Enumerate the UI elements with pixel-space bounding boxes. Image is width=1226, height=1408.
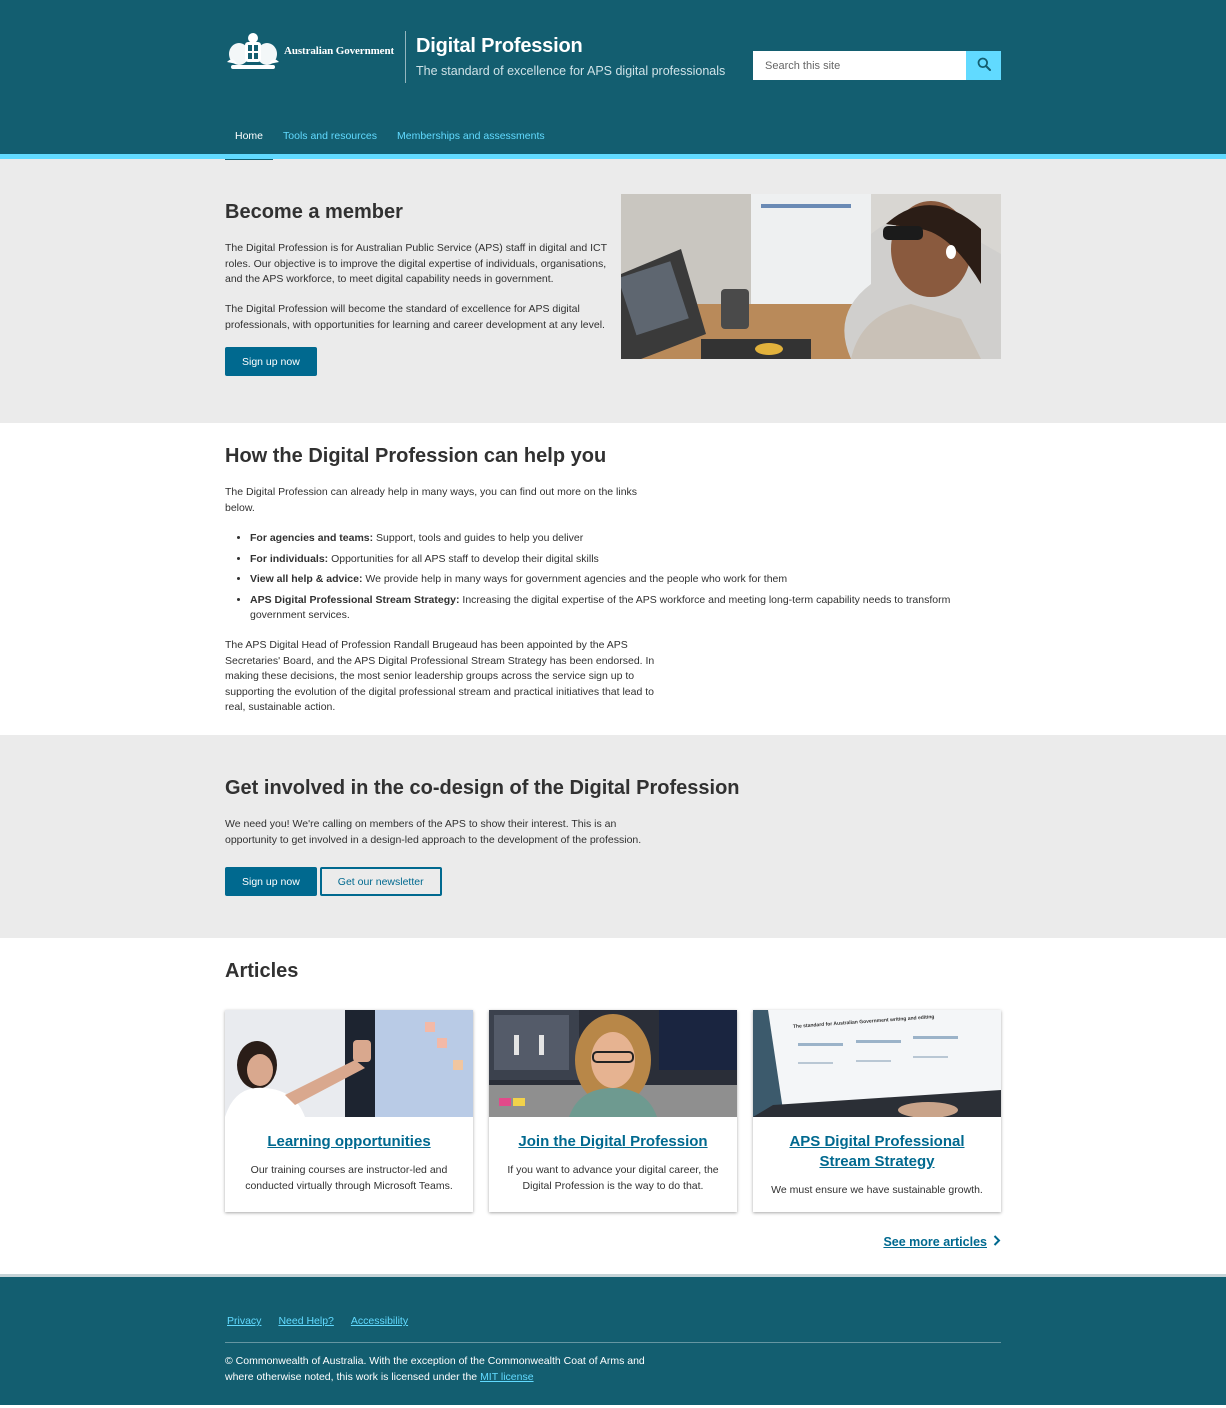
help-item-view-all[interactable]: View all help & advice: We provide help … — [250, 572, 990, 588]
article-title-learning[interactable]: Learning opportunities — [225, 1132, 473, 1152]
article-title-strategy[interactable]: APS Digital Professional Stream Strategy — [753, 1132, 1001, 1172]
article-cards: Learning opportunities Our training cour… — [225, 1010, 1001, 1212]
article-image-learning — [225, 1010, 473, 1117]
gov-name: Australian Government — [284, 45, 395, 57]
article-image-strategy: The standard for Australian Government w… — [753, 1010, 1001, 1117]
main-nav: Home Tools and resources Memberships and… — [225, 120, 555, 160]
article-text-learning: Our training courses are instructor-led … — [245, 1164, 453, 1192]
brand-divider — [405, 31, 407, 83]
article-text-join: If you want to advance your digital care… — [507, 1164, 719, 1192]
footer-copyright: © Commonwealth of Australia. With the ex… — [225, 1355, 645, 1383]
footer-links: Privacy Need Help? Accessibility — [227, 1315, 408, 1327]
article-card[interactable]: Learning opportunities Our training cour… — [225, 1010, 473, 1212]
codesign-buttons: Sign up now Get our newsletter — [225, 867, 442, 896]
article-card[interactable]: Join the Digital Profession If you want … — [489, 1010, 737, 1212]
article-image-join — [489, 1010, 737, 1117]
hero-paragraph-1: The Digital Profession is for Australian… — [225, 242, 607, 285]
search-form — [753, 51, 1001, 80]
hero-paragraph-2: The Digital Profession will become the s… — [225, 303, 605, 331]
search-button[interactable] — [966, 51, 1001, 80]
become-member-section: Become a member The Digital Profession i… — [0, 159, 1226, 423]
articles-title: Articles — [225, 960, 299, 982]
hero-title: Become a member — [225, 201, 403, 223]
help-title: How the Digital Profession can help you — [225, 445, 607, 467]
hero-sign-up-button[interactable]: Sign up now — [225, 347, 317, 376]
site-footer: Privacy Need Help? Accessibility © Commo… — [0, 1274, 1226, 1405]
newsletter-button[interactable]: Get our newsletter — [319, 867, 442, 896]
help-list: For agencies and teams: Support, tools a… — [250, 531, 990, 629]
site-tagline: The standard of excellence for APS digit… — [416, 64, 726, 78]
codesign-paragraph: We need you! We're calling on members of… — [225, 818, 642, 846]
how-can-help-section: How the Digital Profession can help you … — [0, 423, 1226, 735]
co-design-section: Get involved in the co-design of the Dig… — [0, 735, 1226, 938]
nav-item-tools-and-resources[interactable]: Tools and resources — [273, 120, 387, 155]
chevron-right-icon — [993, 1235, 1001, 1249]
article-card[interactable]: The standard for Australian Government w… — [753, 1010, 1001, 1212]
mit-license-link[interactable]: MIT license — [480, 1371, 534, 1383]
help-intro: The Digital Profession can already help … — [225, 486, 638, 514]
see-more-articles-link[interactable]: See more articles — [883, 1235, 1001, 1249]
article-title-join[interactable]: Join the Digital Profession — [489, 1132, 737, 1152]
footer-link-privacy[interactable]: Privacy — [227, 1315, 261, 1327]
help-item-agencies[interactable]: For agencies and teams: Support, tools a… — [250, 531, 990, 547]
see-more-label: See more articles — [883, 1235, 987, 1249]
footer-link-need-help[interactable]: Need Help? — [278, 1315, 333, 1327]
codesign-sign-up-button[interactable]: Sign up now — [225, 867, 317, 896]
codesign-title: Get involved in the co-design of the Dig… — [225, 777, 740, 799]
footer-divider — [225, 1342, 1001, 1343]
footer-link-accessibility[interactable]: Accessibility — [351, 1315, 408, 1327]
site-header: Australian Government Digital Profession… — [0, 0, 1226, 160]
help-closing-paragraph: The APS Digital Head of Profession Randa… — [225, 639, 655, 713]
hero-image — [621, 194, 1001, 359]
articles-section: Articles Learning opportunities Our trai… — [0, 938, 1226, 1274]
search-input[interactable] — [753, 51, 966, 80]
search-icon — [977, 57, 991, 74]
help-item-individuals[interactable]: For individuals: Opportunities for all A… — [250, 552, 990, 568]
coat-of-arms-logo — [225, 30, 281, 72]
article-text-strategy: We must ensure we have sustainable growt… — [771, 1184, 983, 1196]
site-name: Digital Profession — [416, 35, 583, 57]
help-item-strategy[interactable]: APS Digital Professional Stream Strategy… — [250, 593, 990, 624]
nav-item-home[interactable]: Home — [225, 120, 274, 160]
nav-item-memberships-and-assessments[interactable]: Memberships and assessments — [387, 120, 555, 155]
brand[interactable]: Australian Government Digital Profession… — [225, 30, 725, 83]
